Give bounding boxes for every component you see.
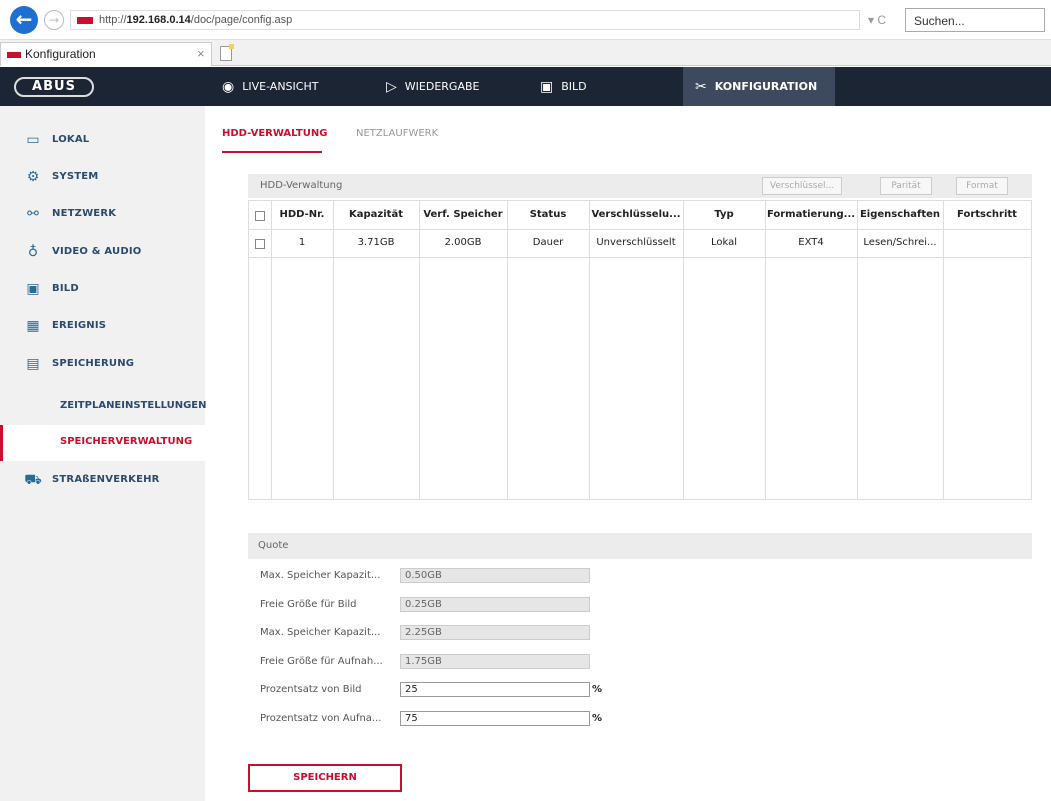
storage-icon: ▤ [26, 356, 40, 372]
microphone-icon: ♁ [27, 244, 39, 260]
tab-hdd-verwaltung[interactable]: HDD-VERWALTUNG [222, 128, 327, 139]
quota-panel-header: Quote [248, 533, 1032, 559]
quota-label: Prozentsatz von Aufna... [260, 713, 382, 724]
monitor-icon: ▭ [26, 132, 40, 148]
row-checkbox[interactable] [255, 239, 265, 249]
save-button[interactable]: SPEICHERN [248, 764, 402, 792]
quota-label: Freie Größe für Aufnah... [260, 656, 383, 667]
browser-address-bar: ← → http://192.168.0.14/doc/page/config.… [0, 0, 1051, 40]
play-icon: ▷ [386, 78, 397, 95]
quota-label: Max. Speicher Kapazit... [260, 627, 381, 638]
encrypt-button[interactable]: Verschlüssel... [762, 177, 842, 195]
column-header-typ[interactable]: Typ [683, 209, 765, 220]
refresh-icon[interactable]: ▾ C [868, 13, 886, 27]
column-header-eigenschaften[interactable]: Eigenschaften [857, 209, 943, 220]
picture-percentage-input[interactable]: 25 [400, 682, 590, 697]
sidebar-item-video-audio[interactable]: ♁ VIDEO & AUDIO [0, 235, 205, 271]
app-header: ABUS ◉ LIVE-ANSICHT ▷ WIEDERGABE ▣ BILD ✂ KO… [0, 67, 1051, 106]
url-text: http://192.168.0.14/doc/page/config.asp [99, 14, 293, 26]
new-tab-icon[interactable] [220, 44, 234, 61]
percent-unit: % [592, 713, 603, 724]
tab-favicon-icon [7, 52, 21, 58]
column-header-kapazitaet[interactable]: Kapazität [333, 209, 419, 220]
sidebar-subitem-zeitplaneinstellungen[interactable]: ZEITPLANEINSTELLUNGEN [0, 389, 207, 425]
quota-label: Max. Speicher Kapazit... [260, 570, 381, 581]
hdd-table: HDD-Nr. Kapazität Verf. Speicher Status … [248, 200, 1032, 500]
image-icon: ▣ [540, 78, 554, 95]
column-header-formatierung[interactable]: Formatierung... [765, 209, 857, 220]
sidebar-item-ereignis[interactable]: ▦ EREIGNIS [0, 309, 205, 345]
active-tab-underline [222, 151, 322, 153]
browser-tab-strip: Konfiguration × [0, 40, 1051, 66]
table-cell: 3.71GB [357, 237, 395, 248]
percent-unit: % [592, 684, 603, 695]
sidebar-subitem-speicherverwaltung[interactable]: SPEICHERVERWALTUNG [0, 425, 205, 461]
quota-label: Prozentsatz von Bild [260, 684, 362, 695]
nav-konfiguration[interactable]: ✂ KONFIGURATION [683, 67, 835, 106]
table-cell: Lokal [710, 237, 738, 248]
hdd-panel-title: HDD-Verwaltung [260, 180, 343, 191]
tab-title: Konfiguration [25, 47, 96, 61]
table-cell: EXT4 [798, 237, 824, 248]
table-cell: Dauer [532, 237, 564, 248]
abus-logo: ABUS [14, 77, 94, 97]
quota-label: Freie Größe für Bild [260, 599, 357, 610]
format-button[interactable]: Format [956, 177, 1008, 195]
max-capacity-recording-field: 2.25GB [400, 625, 590, 640]
row-divider [249, 229, 1031, 230]
back-arrow-icon[interactable]: ← [10, 6, 38, 34]
table-cell: 1 [298, 237, 306, 248]
quota-title: Quote [258, 540, 289, 551]
sidebar-item-system[interactable]: ⚙ SYSTEM [0, 160, 205, 196]
hdd-panel-header: HDD-Verwaltung Verschlüssel... Parität F… [248, 174, 1032, 198]
column-divider [943, 201, 944, 499]
nav-live-ansicht[interactable]: ◉ LIVE-ANSICHT [222, 67, 318, 106]
table-cell: 2.00GB [444, 237, 482, 248]
column-header-fortschritt[interactable]: Fortschritt [943, 209, 1031, 220]
traffic-icon: ⛟ [24, 472, 42, 488]
free-size-picture-field: 0.25GB [400, 597, 590, 612]
tools-icon: ✂ [695, 78, 707, 95]
select-all-checkbox[interactable] [255, 211, 265, 221]
max-capacity-picture-field: 0.50GB [400, 568, 590, 583]
free-size-recording-field: 1.75GB [400, 654, 590, 669]
close-tab-icon[interactable]: × [197, 46, 205, 61]
eye-icon: ◉ [222, 78, 235, 95]
sidebar-item-netzwerk[interactable]: ⚯ NETZWERK [0, 197, 205, 233]
parity-button[interactable]: Parität [880, 177, 932, 195]
row-divider [249, 257, 1031, 258]
column-header-verschluesselung[interactable]: Verschlüsselu... [589, 209, 683, 220]
recording-percentage-input[interactable]: 75 [400, 711, 590, 726]
network-icon: ⚯ [27, 206, 39, 222]
column-header-hdd-nr[interactable]: HDD-Nr. [271, 209, 333, 220]
sidebar-item-strassenverkehr[interactable]: ⛟ STRAßENVERKEHR [0, 463, 205, 499]
url-input[interactable]: http://192.168.0.14/doc/page/config.asp [70, 10, 860, 30]
tab-netzlaufwerk[interactable]: NETZLAUFWERK [356, 128, 438, 139]
gear-icon: ⚙ [26, 169, 40, 185]
sidebar: ▭ LOKAL ⚙ SYSTEM ⚯ NETZWERK ♁ VIDEO & AU… [0, 106, 207, 801]
nav-wiedergabe[interactable]: ▷ WIEDERGABE [386, 67, 479, 106]
forward-arrow-icon[interactable]: → [44, 10, 64, 30]
table-cell: Lesen/Schrei... [863, 237, 937, 248]
sidebar-item-lokal[interactable]: ▭ LOKAL [0, 123, 205, 159]
image-icon: ▣ [26, 281, 40, 297]
nav-bild[interactable]: ▣ BILD [540, 67, 587, 106]
site-favicon-icon [77, 17, 93, 24]
sidebar-item-speicherung[interactable]: ▤ SPEICHERUNG [0, 347, 205, 383]
column-header-status[interactable]: Status [507, 209, 589, 220]
column-header-verf-speicher[interactable]: Verf. Speicher [419, 209, 507, 220]
sidebar-item-bild[interactable]: ▣ BILD [0, 272, 205, 308]
event-icon: ▦ [26, 318, 40, 334]
table-cell: Unverschlüsselt [596, 237, 676, 248]
browser-tab[interactable]: Konfiguration × [0, 42, 212, 66]
browser-search-input[interactable]: Suchen... [905, 8, 1045, 32]
